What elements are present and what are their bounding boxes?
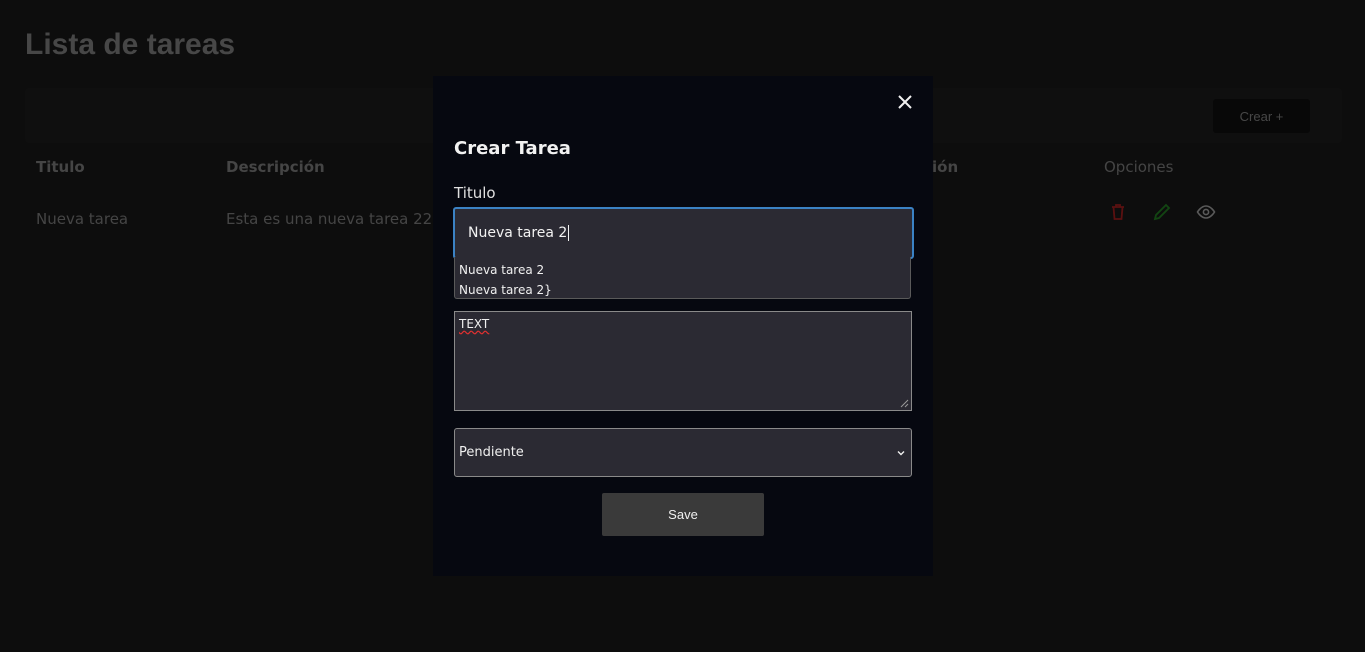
close-icon[interactable] (897, 94, 913, 110)
save-button[interactable]: Save (602, 493, 764, 536)
titulo-input-value: Nueva tarea 2 (468, 225, 568, 241)
text-caret (568, 225, 570, 241)
create-task-modal: Crear Tarea Titulo Nueva tarea 2 Nueva t… (433, 76, 933, 576)
resize-grip-icon[interactable] (899, 398, 909, 408)
autocomplete-option[interactable]: Nueva tarea 2 (455, 260, 910, 280)
description-value: TEXT (459, 317, 490, 331)
status-select[interactable]: Pendiente (454, 428, 912, 477)
autocomplete-option[interactable]: Nueva tarea 2} (455, 280, 910, 300)
titulo-label: Titulo (454, 184, 496, 202)
status-select-value: Pendiente (459, 445, 524, 460)
titulo-input[interactable]: Nueva tarea 2 (453, 207, 914, 259)
description-textarea[interactable]: TEXT (454, 311, 912, 411)
chevron-down-icon (897, 450, 905, 455)
modal-title: Crear Tarea (454, 138, 571, 159)
autocomplete-dropdown: Nueva tarea 2 Nueva tarea 2} (454, 257, 911, 299)
